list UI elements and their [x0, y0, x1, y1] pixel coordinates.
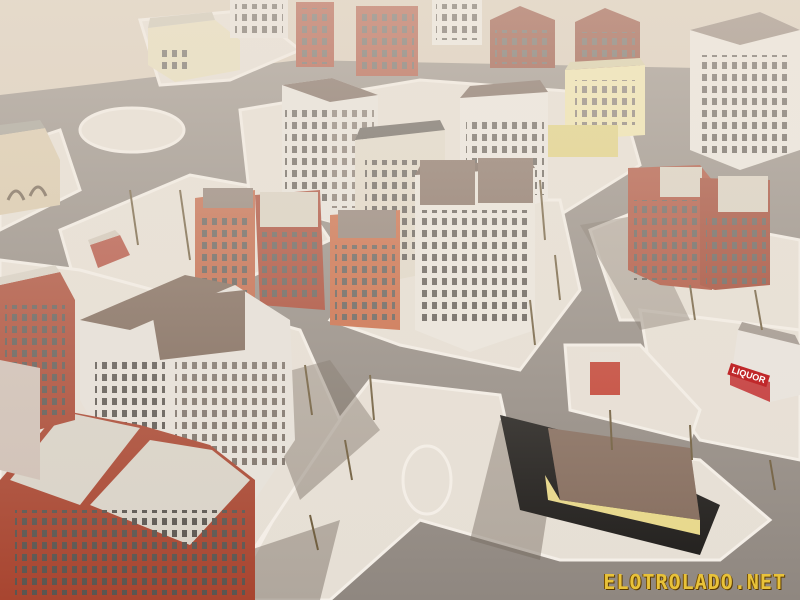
atmospheric-haze — [0, 0, 800, 600]
city-scene: LIQUOR ELOTROLADO.NET — [0, 0, 800, 600]
watermark: ELOTROLADO.NET — [603, 570, 786, 594]
city-render — [0, 0, 800, 600]
